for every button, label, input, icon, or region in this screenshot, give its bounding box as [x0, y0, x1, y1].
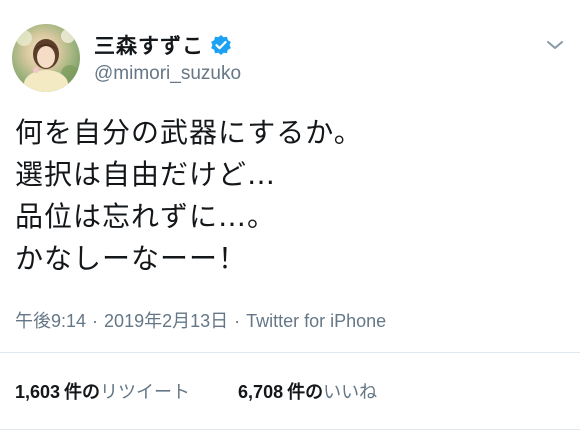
divider — [0, 429, 580, 430]
name-row: 三森すずこ — [94, 30, 232, 60]
retweet-number: 1,603 — [15, 382, 61, 402]
verified-badge-icon — [210, 34, 232, 56]
user-handle[interactable]: @mimori_suzuko — [94, 63, 241, 85]
like-number: 6,708 — [238, 382, 284, 402]
tweet-date[interactable]: 2019年2月13日 — [104, 311, 228, 331]
divider — [0, 352, 580, 353]
retweet-label: リツイート — [100, 382, 191, 403]
meta-separator: · — [92, 311, 99, 331]
tweet-meta: 午後9:14 · 2019年2月13日 · Twitter for iPhone — [15, 307, 386, 333]
avatar[interactable] — [12, 24, 80, 92]
tweet-line: かなしーなーー！ — [15, 242, 248, 275]
meta-separator: · — [234, 311, 241, 331]
tweet-line: 選択は自由だけど… — [15, 158, 277, 191]
like-unit: 件の — [287, 382, 324, 403]
tweet-time[interactable]: 午後9:14 — [15, 311, 86, 331]
tweet-text: 何を自分の武器にするか。 選択は自由だけど… 品位は忘れずに…。 かなしーなーー… — [15, 112, 363, 280]
tweet-card: 三森すずこ @mimori_suzuko 何を自分の武器にするか。 選択は自由だ… — [0, 0, 580, 433]
tweet-stats: 1,603 件の リツイート 6,708 件の いいね — [15, 378, 425, 404]
tweet-source[interactable]: Twitter for iPhone — [246, 311, 386, 331]
retweet-unit: 件の — [64, 382, 101, 403]
like-label: いいね — [323, 382, 378, 403]
tweet-line: 品位は忘れずに…。 — [15, 200, 277, 233]
like-count[interactable]: 6,708 件の いいね — [238, 378, 377, 404]
retweet-count[interactable]: 1,603 件の リツイート — [15, 378, 190, 404]
chevron-down-icon[interactable] — [544, 36, 566, 54]
tweet-line: 何を自分の武器にするか。 — [15, 116, 363, 149]
display-name[interactable]: 三森すずこ — [94, 30, 204, 60]
